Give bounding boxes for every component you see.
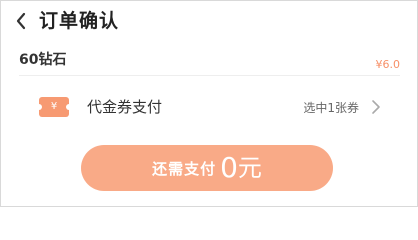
- coupon-icon-symbol: ¥: [50, 101, 58, 112]
- header-bar: 订单确认: [1, 1, 417, 41]
- order-item-row: 60钻石 ¥6.0: [19, 45, 400, 76]
- coupon-label: 代金券支付: [87, 98, 163, 116]
- order-confirm-screen: 订单确认 60钻石 ¥6.0 ¥ 代金券支付 选中1张券 还需支付 0 元: [0, 0, 418, 207]
- back-button[interactable]: [11, 11, 31, 31]
- page-title: 订单确认: [39, 10, 120, 32]
- chevron-right-icon: [372, 100, 380, 114]
- item-name: 60钻石: [19, 52, 67, 68]
- item-price: ¥6.0: [375, 58, 401, 71]
- pay-button-label: 还需支付: [152, 159, 217, 178]
- pay-button[interactable]: 还需支付 0 元: [81, 145, 333, 191]
- coupon-payment-row[interactable]: ¥ 代金券支付 选中1张券: [36, 93, 387, 121]
- pay-amount: 0: [220, 151, 238, 184]
- pay-unit: 元: [237, 154, 262, 182]
- coupon-ticket-icon: ¥: [36, 97, 72, 117]
- chevron-left-icon: [16, 12, 26, 30]
- coupon-status: 选中1张券: [303, 101, 359, 115]
